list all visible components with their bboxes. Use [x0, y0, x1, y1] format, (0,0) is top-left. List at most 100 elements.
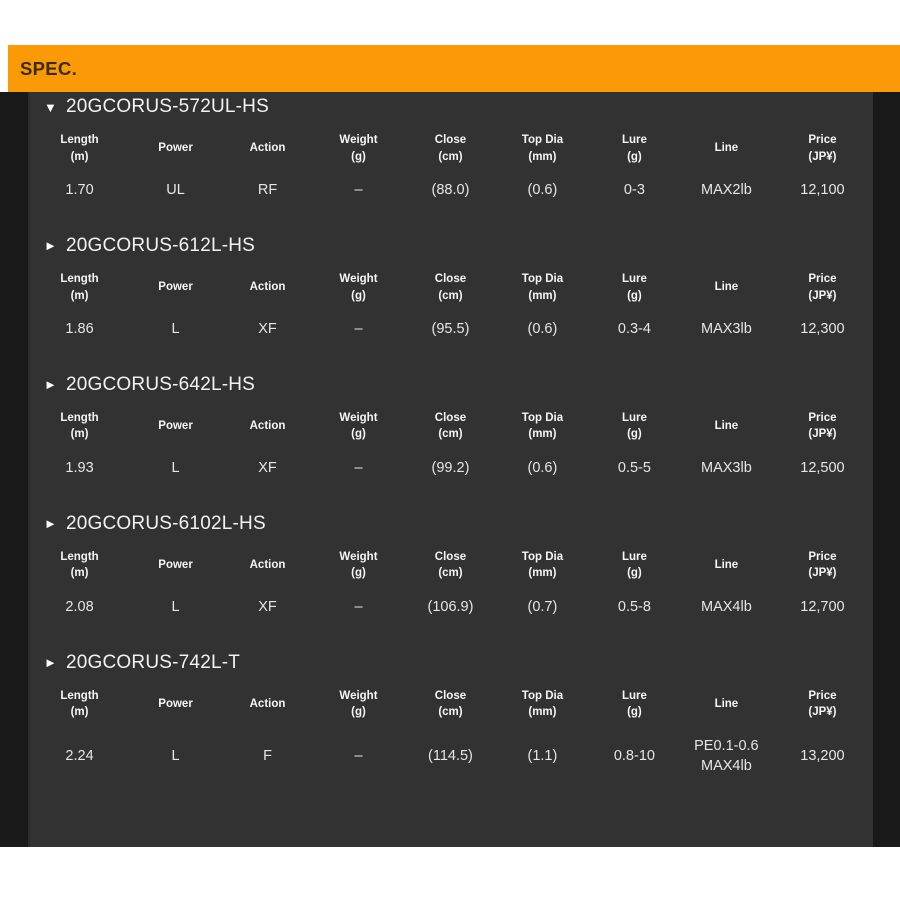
cell-price: 12,700 — [800, 599, 845, 616]
column-header-unit: (JP¥) — [808, 150, 837, 163]
column-header-close: Close (cm) — [404, 267, 497, 308]
column-header-unit: (g) — [351, 706, 366, 719]
column-header-label: Close — [434, 689, 467, 702]
column-header-line: Line — [681, 684, 772, 725]
column-header-price: Price (JP¥) — [772, 684, 873, 725]
column-header-unit: (m) — [70, 428, 89, 441]
column-header-unit: (g) — [351, 567, 366, 580]
column-header-label: Price — [808, 411, 837, 424]
column-header-top-dia: Top Dia (mm) — [497, 406, 588, 447]
spec-body-outer: ▼ 20GCORUS-572UL-HS Length (m) Power Action We… — [0, 92, 900, 847]
column-header-power: Power — [129, 684, 222, 725]
column-header-unit: (g) — [627, 428, 642, 441]
column-header-unit: (mm) — [528, 567, 557, 580]
spec-group-header[interactable]: ► 20GCORUS-642L-HS — [30, 370, 873, 400]
cell-lure: 0.3-4 — [617, 321, 651, 338]
spec-group: ► 20GCORUS-742L-T Length (m) Power Action Weig… — [30, 648, 873, 806]
column-header-length: Length (m) — [30, 684, 129, 725]
chevron-right-icon[interactable]: ► — [44, 378, 57, 391]
column-header-label: Length — [60, 134, 99, 146]
chevron-down-icon[interactable]: ▼ — [44, 101, 57, 114]
column-header-label: Top Dia — [521, 689, 564, 702]
cell-price: 12,100 — [800, 182, 845, 199]
spec-group: ► 20GCORUS-642L-HS Length (m) Power Action Wei… — [30, 370, 873, 509]
cell-power: UL — [166, 182, 185, 199]
column-header-price: Price (JP¥) — [772, 267, 873, 308]
column-header-label: Line — [714, 142, 739, 155]
column-header-lure: Lure (g) — [588, 406, 681, 447]
cell-top-dia: (0.7) — [527, 599, 558, 616]
cell-line: MAX4lb — [701, 599, 752, 616]
chevron-right-icon[interactable]: ► — [44, 239, 57, 252]
cell-weight: – — [354, 460, 363, 477]
cell-weight: – — [354, 747, 363, 764]
cell-line: MAX3lb — [701, 321, 752, 338]
column-header-label: Weight — [339, 134, 378, 146]
column-header-label: Weight — [339, 272, 378, 285]
cell-power: L — [171, 460, 180, 477]
cell-lure: 0-3 — [623, 182, 645, 199]
column-header-label: Price — [808, 134, 837, 146]
spec-group-header[interactable]: ► 20GCORUS-6102L-HS — [30, 509, 873, 539]
spec-group-header[interactable]: ► 20GCORUS-612L-HS — [30, 231, 873, 261]
column-header-length: Length (m) — [30, 545, 129, 586]
column-header-weight: Weight (g) — [313, 267, 404, 308]
spec-group-header[interactable]: ► 20GCORUS-742L-T — [30, 648, 873, 678]
column-header-unit: (g) — [627, 150, 642, 163]
column-header-label: Line — [714, 420, 739, 433]
column-header-label: Action — [249, 142, 286, 155]
column-header-label: Line — [714, 559, 739, 572]
column-header-unit: (g) — [627, 706, 642, 719]
cell-price: 13,200 — [800, 747, 845, 764]
cell-weight: – — [354, 321, 363, 338]
column-header-unit: (g) — [627, 567, 642, 580]
column-header-label: Length — [60, 550, 99, 563]
column-header-unit: (cm) — [438, 150, 463, 163]
cell-length: 1.70 — [65, 182, 94, 199]
column-header-label: Lure — [621, 134, 647, 146]
column-header-label: Power — [158, 281, 193, 294]
column-header-unit: (g) — [351, 289, 366, 302]
cell-weight: – — [354, 599, 363, 616]
chevron-right-icon[interactable]: ► — [44, 656, 57, 669]
column-header-label: Price — [808, 272, 837, 285]
column-header-price: Price (JP¥) — [772, 406, 873, 447]
spec-table-header-row: Length (m) Power Action Weight (g) Close (cm) To… — [30, 267, 873, 308]
cell-action: XF — [258, 460, 277, 477]
column-header-label: Close — [434, 411, 467, 424]
spec-group: ► 20GCORUS-612L-HS Length (m) Power Action Wei… — [30, 231, 873, 370]
chevron-right-icon[interactable]: ► — [44, 517, 57, 530]
column-header-line: Line — [681, 545, 772, 586]
cell-length: 2.24 — [65, 747, 94, 764]
column-header-length: Length (m) — [30, 406, 129, 447]
column-header-unit: (g) — [627, 289, 642, 302]
cell-lure: 0.5-8 — [617, 599, 651, 616]
cell-price: 12,300 — [800, 321, 845, 338]
cell-action: XF — [258, 599, 277, 616]
column-header-unit: (cm) — [438, 706, 463, 719]
column-header-top-dia: Top Dia (mm) — [497, 684, 588, 725]
column-header-action: Action — [222, 128, 313, 169]
column-header-line: Line — [681, 128, 772, 169]
cell-length: 2.08 — [65, 599, 94, 616]
table-row: 1.86 L XF – (95.5) (0.6) 0.3-4 MAX3lb 12,300 — [30, 308, 873, 354]
spec-group-title: 20GCORUS-612L-HS — [66, 234, 256, 256]
page-title: SPEC. — [20, 57, 78, 79]
spec-table: Length (m) Power Action Weight (g) Close (cm) To… — [30, 545, 873, 632]
spec-group-title: 20GCORUS-572UL-HS — [66, 96, 269, 117]
column-header-label: Power — [158, 142, 193, 155]
cell-line: MAX4lb — [701, 757, 752, 774]
spec-group-title: 20GCORUS-642L-HS — [66, 373, 256, 395]
column-header-label: Price — [808, 550, 837, 563]
column-header-top-dia: Top Dia (mm) — [497, 128, 588, 169]
spec-group-header[interactable]: ▼ 20GCORUS-572UL-HS — [30, 92, 873, 122]
column-header-line: Line — [681, 406, 772, 447]
cell-top-dia: (0.6) — [527, 182, 558, 199]
column-header-label: Lure — [621, 272, 647, 285]
column-header-weight: Weight (g) — [313, 684, 404, 725]
column-header-label: Lure — [621, 411, 647, 424]
column-header-label: Weight — [339, 550, 378, 563]
cell-top-dia: (1.1) — [527, 747, 558, 764]
column-header-lure: Lure (g) — [588, 267, 681, 308]
